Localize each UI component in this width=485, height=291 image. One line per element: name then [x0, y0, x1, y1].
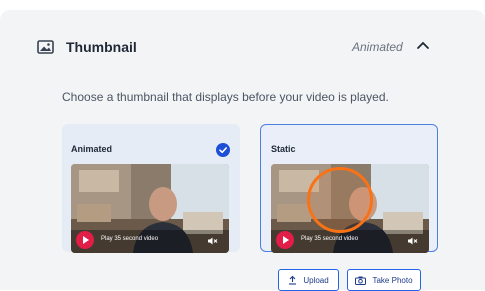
camera-icon [355, 276, 367, 285]
play-label: Play 35 second video [301, 236, 359, 242]
section-title: Thumbnail [66, 39, 137, 55]
thumbnail-option-animated[interactable]: Animated Play 35 second video [62, 124, 240, 253]
selected-status: Animated [352, 40, 403, 54]
thumbnail-option-static[interactable]: Static Play 35 second video [260, 124, 438, 253]
upload-button[interactable]: Upload [278, 269, 339, 291]
play-button[interactable] [76, 231, 94, 249]
panel-header[interactable]: Thumbnail Animated [0, 10, 485, 70]
take-photo-label: Take Photo [372, 275, 413, 285]
option-label: Animated [71, 144, 113, 154]
section-description: Choose a thumbnail that displays before … [62, 90, 389, 104]
option-label: Static [271, 144, 296, 154]
highlight-circle [307, 167, 373, 233]
mute-icon[interactable] [408, 237, 418, 245]
selected-check-icon [216, 143, 230, 157]
upload-icon [289, 275, 297, 285]
video-thumbnail: Play 35 second video [71, 164, 229, 253]
mute-icon[interactable] [208, 237, 218, 245]
chevron-up-icon[interactable] [416, 40, 430, 50]
play-label: Play 35 second video [101, 236, 159, 242]
upload-label: Upload [303, 275, 329, 285]
thumbnail-panel: Thumbnail Animated Choose a thumbnail th… [0, 10, 485, 291]
image-icon [37, 40, 54, 54]
play-button[interactable] [276, 231, 294, 249]
video-thumbnail: Play 35 second video [271, 164, 429, 253]
take-photo-button[interactable]: Take Photo [347, 269, 421, 291]
